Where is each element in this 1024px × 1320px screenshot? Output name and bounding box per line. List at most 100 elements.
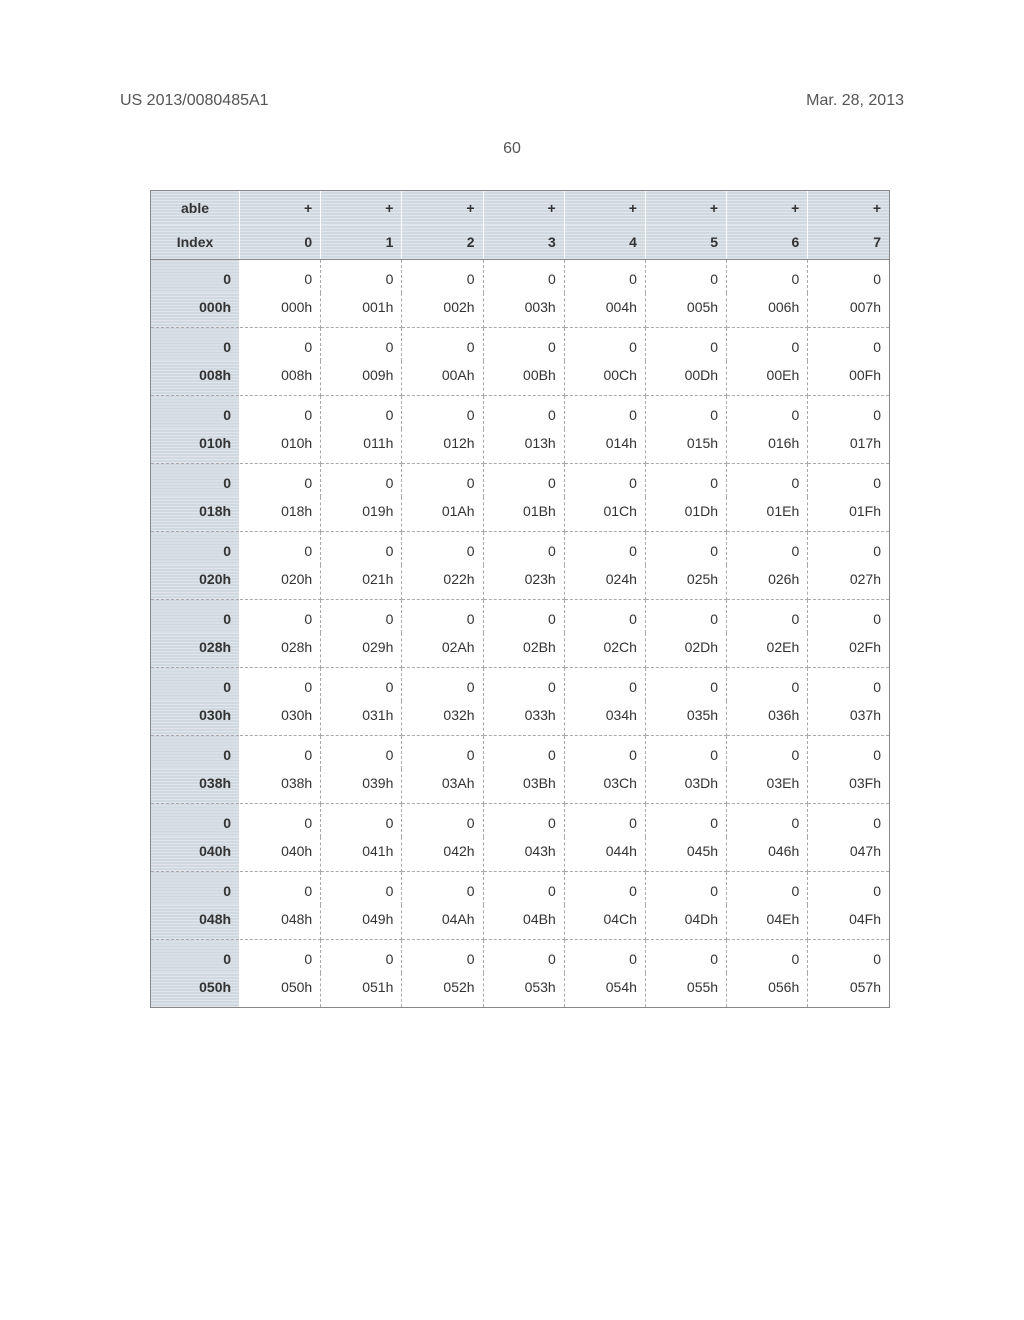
data-cell: 0 — [645, 327, 726, 361]
data-cell: 0 — [645, 259, 726, 293]
header-col-bottom: 5 — [645, 225, 726, 259]
data-cell: 019h — [321, 497, 402, 531]
data-cell: 0 — [240, 667, 321, 701]
index-cell: 0 — [151, 395, 240, 429]
index-cell: 050h — [151, 973, 240, 1007]
data-cell: 0 — [483, 259, 564, 293]
data-cell: 002h — [402, 293, 483, 327]
index-cell: 0 — [151, 939, 240, 973]
table-row: 000000000 — [151, 463, 889, 497]
data-cell: 0 — [564, 735, 645, 769]
data-cell: 0 — [402, 735, 483, 769]
data-cell: 03Ah — [402, 769, 483, 803]
data-cell: 00Fh — [808, 361, 889, 395]
data-cell: 001h — [321, 293, 402, 327]
data-cell: 04Eh — [727, 905, 808, 939]
table-row: 048h048h049h04Ah04Bh04Ch04Dh04Eh04Fh — [151, 905, 889, 939]
data-cell: 02Eh — [727, 633, 808, 667]
index-cell: 028h — [151, 633, 240, 667]
data-cell: 0 — [727, 667, 808, 701]
data-cell: 0 — [727, 327, 808, 361]
data-cell: 055h — [645, 973, 726, 1007]
data-cell: 021h — [321, 565, 402, 599]
data-cell: 0 — [645, 667, 726, 701]
data-cell: 042h — [402, 837, 483, 871]
data-cell: 0 — [321, 531, 402, 565]
data-cell: 048h — [240, 905, 321, 939]
data-cell: 03Eh — [727, 769, 808, 803]
table-row: 010h010h011h012h013h014h015h016h017h — [151, 429, 889, 463]
data-cell: 0 — [727, 939, 808, 973]
data-cell: 0 — [808, 939, 889, 973]
data-cell: 038h — [240, 769, 321, 803]
index-cell: 0 — [151, 327, 240, 361]
data-cell: 0 — [808, 735, 889, 769]
header-col-top: + — [321, 191, 402, 225]
data-cell: 0 — [645, 463, 726, 497]
data-cell: 0 — [321, 735, 402, 769]
index-cell: 030h — [151, 701, 240, 735]
data-cell: 00Dh — [645, 361, 726, 395]
data-cell: 006h — [727, 293, 808, 327]
data-cell: 00Ch — [564, 361, 645, 395]
data-cell: 02Ch — [564, 633, 645, 667]
data-cell: 0 — [564, 395, 645, 429]
data-cell: 01Dh — [645, 497, 726, 531]
header-col-bottom: 6 — [727, 225, 808, 259]
header-index-bottom: Index — [151, 225, 240, 259]
table-row: 000h000h001h002h003h004h005h006h007h — [151, 293, 889, 327]
table-row: 000000000 — [151, 871, 889, 905]
data-cell: 007h — [808, 293, 889, 327]
header-col-top: + — [240, 191, 321, 225]
data-cell: 0 — [808, 395, 889, 429]
data-cell: 056h — [727, 973, 808, 1007]
table-row: 018h018h019h01Ah01Bh01Ch01Dh01Eh01Fh — [151, 497, 889, 531]
table-row: 000000000 — [151, 939, 889, 973]
index-table: able + + + + + + + + Index 0 1 2 3 4 5 6… — [151, 191, 889, 1007]
table-row: 050h050h051h052h053h054h055h056h057h — [151, 973, 889, 1007]
data-cell: 0 — [564, 871, 645, 905]
data-cell: 02Ah — [402, 633, 483, 667]
data-cell: 03Fh — [808, 769, 889, 803]
data-cell: 046h — [727, 837, 808, 871]
data-cell: 008h — [240, 361, 321, 395]
data-cell: 0 — [402, 667, 483, 701]
data-cell: 043h — [483, 837, 564, 871]
data-cell: 04Bh — [483, 905, 564, 939]
data-cell: 053h — [483, 973, 564, 1007]
index-cell: 008h — [151, 361, 240, 395]
data-cell: 034h — [564, 701, 645, 735]
data-cell: 030h — [240, 701, 321, 735]
data-cell: 0 — [402, 939, 483, 973]
data-cell: 01Bh — [483, 497, 564, 531]
data-cell: 0 — [483, 939, 564, 973]
data-cell: 0 — [727, 531, 808, 565]
data-cell: 0 — [483, 395, 564, 429]
data-cell: 0 — [645, 871, 726, 905]
data-cell: 0 — [402, 463, 483, 497]
data-cell: 050h — [240, 973, 321, 1007]
data-cell: 0 — [402, 803, 483, 837]
data-cell: 041h — [321, 837, 402, 871]
data-cell: 00Eh — [727, 361, 808, 395]
page-number: 60 — [0, 140, 1024, 158]
data-cell: 0 — [321, 803, 402, 837]
data-cell: 0 — [564, 803, 645, 837]
data-cell: 031h — [321, 701, 402, 735]
data-cell: 025h — [645, 565, 726, 599]
header-col-bottom: 0 — [240, 225, 321, 259]
table-row: 028h028h029h02Ah02Bh02Ch02Dh02Eh02Fh — [151, 633, 889, 667]
data-cell: 011h — [321, 429, 402, 463]
data-cell: 029h — [321, 633, 402, 667]
data-cell: 052h — [402, 973, 483, 1007]
data-cell: 051h — [321, 973, 402, 1007]
table-row: 000000000 — [151, 395, 889, 429]
data-cell: 0 — [240, 531, 321, 565]
data-cell: 028h — [240, 633, 321, 667]
data-cell: 0 — [402, 531, 483, 565]
data-cell: 00Bh — [483, 361, 564, 395]
data-cell: 0 — [240, 735, 321, 769]
data-cell: 0 — [321, 259, 402, 293]
data-cell: 017h — [808, 429, 889, 463]
data-cell: 0 — [483, 463, 564, 497]
